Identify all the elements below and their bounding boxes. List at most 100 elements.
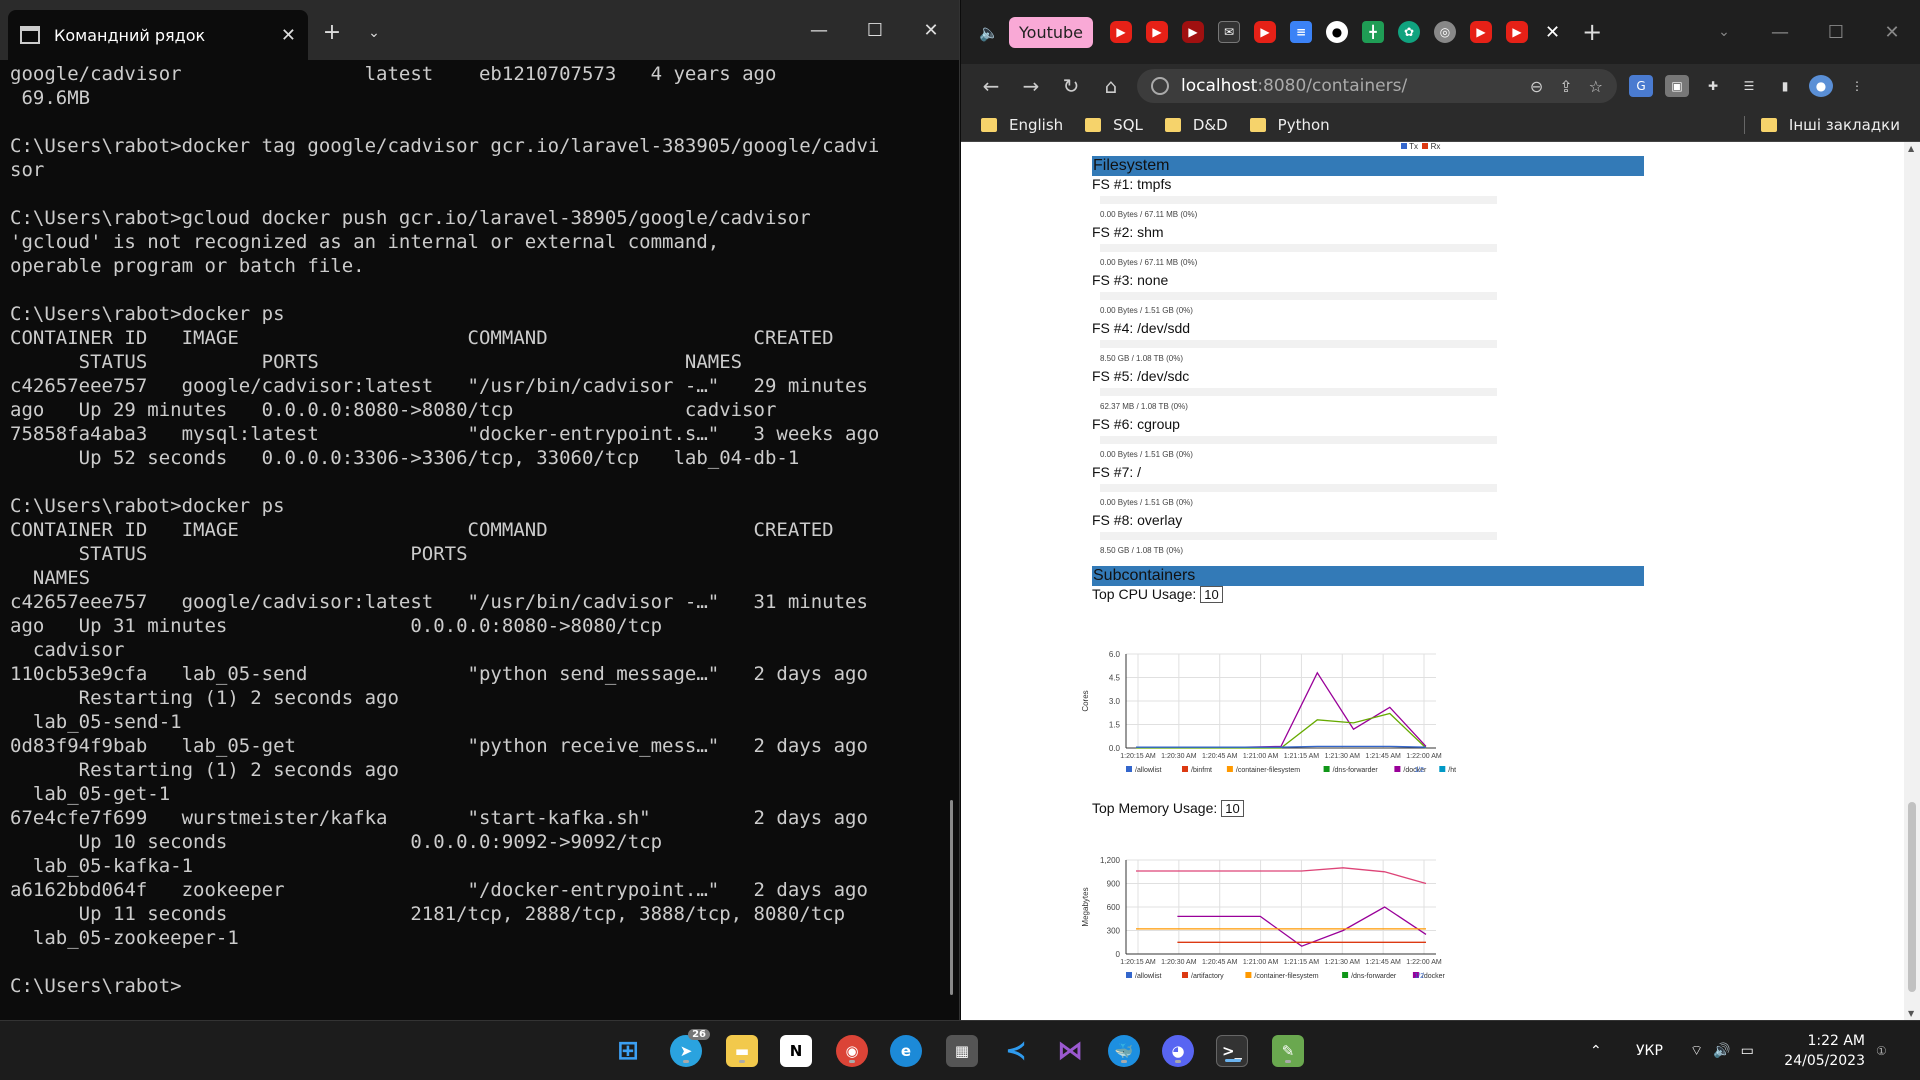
language-indicator[interactable]: УКР (1636, 1021, 1663, 1080)
calculator-icon[interactable]: ▦ (946, 1035, 978, 1067)
zoom-icon[interactable]: ⊖ (1530, 77, 1543, 96)
terminal-line: Up 52 seconds 0.0.0.0:3306->3306/tcp, 33… (10, 447, 800, 469)
browser-tab-strip: 🔈 Youtube ▶ ▶ ▶ ✉ ▶ ≡ ● ╋ ✿ ◎ ▶ ▶ ✕ + ⌄ … (961, 0, 1920, 64)
profile-avatar[interactable]: ● (1809, 75, 1833, 97)
new-tab-button[interactable]: + (308, 4, 356, 60)
filesystem-usage-text: 0.00 Bytes / 67.11 MB (0%) (1100, 258, 1198, 267)
docker-icon[interactable]: 🐳 (1108, 1035, 1140, 1067)
folder-icon (1085, 117, 1102, 132)
translate-extension-icon[interactable]: G (1629, 75, 1653, 97)
close-button[interactable]: ✕ (1864, 22, 1920, 43)
start-button[interactable]: ⊞ (612, 1035, 644, 1067)
show-hidden-icons[interactable]: ⌃ (1590, 1021, 1602, 1080)
legend-label: /artifactory (1191, 973, 1224, 980)
legend-swatch (1394, 766, 1401, 772)
folder-icon (981, 117, 997, 132)
terminal-tab[interactable]: Командний рядок ✕ (8, 10, 308, 60)
chrome-tab-icon[interactable]: ◎ (1434, 21, 1456, 43)
notion-icon[interactable]: N (780, 1035, 812, 1067)
youtube-tab-icon[interactable]: ▶ (1146, 21, 1168, 43)
chevron-down-icon[interactable]: ⌄ (356, 6, 392, 60)
extensions-puzzle-icon[interactable]: ✚ (1701, 75, 1725, 97)
terminal-line: C:\Users\rabot>docker ps (10, 303, 285, 325)
system-tray[interactable]: ⌔ 🔊 ▭ (1690, 1021, 1754, 1080)
youtube-tab-icon[interactable]: ▶ (1182, 21, 1204, 43)
y-tick-label: 1,200 (1100, 856, 1121, 865)
bookmark-folder-dnd[interactable]: D&D (1164, 116, 1228, 134)
x-tick-label: 1:21:30 AM (1325, 959, 1361, 966)
x-tick-label: 1:21:00 AM (1243, 959, 1279, 966)
tab-youtube-active[interactable]: Youtube (1009, 16, 1093, 48)
scrollbar-thumb[interactable] (1908, 802, 1916, 992)
memory-usage-chart: 1,200 900 600 300 01:20:15 AM 1:20:30 AM 1:20:… (1081, 856, 1446, 980)
bookmark-folder-python[interactable]: Python (1249, 116, 1330, 134)
terminal-line: C:\Users\rabot> (10, 975, 182, 997)
clock[interactable]: 1:22 AM 24/05/2023 (1784, 1031, 1865, 1071)
legend-swatch (1323, 766, 1330, 772)
terminal-output[interactable]: google/cadvisor latest eb1210707573 4 ye… (0, 60, 959, 1000)
bookmark-folder-english[interactable]: English (981, 116, 1063, 134)
speaker-icon[interactable]: 🔈 (979, 23, 1009, 42)
legend-label: /allowlist (1135, 973, 1162, 980)
home-button[interactable]: ⌂ (1091, 74, 1131, 98)
maximize-button[interactable]: ☐ (847, 0, 903, 60)
bookmark-folder-sql[interactable]: SQL (1085, 116, 1143, 134)
terminal-line: 67e4cfe7f699 wurstmeister/kafka "start-k… (10, 807, 868, 829)
discord-icon[interactable]: ◕ (1162, 1035, 1194, 1067)
tab-search-icon[interactable]: ⌄ (1696, 24, 1752, 40)
minimize-button[interactable]: — (1752, 22, 1808, 43)
minimize-button[interactable]: — (791, 0, 847, 60)
visual-studio-icon[interactable]: ⋈ (1054, 1035, 1086, 1067)
terminal-tab-title: Командний рядок (54, 25, 206, 45)
image-editor-icon[interactable]: ✎ (1272, 1035, 1304, 1067)
scroll-down-arrow[interactable]: ▼ (1908, 1009, 1914, 1018)
reading-list-icon[interactable]: ☰ (1737, 75, 1761, 97)
close-tab-icon[interactable]: ✕ (281, 25, 296, 46)
filesystem-usage-bar (1100, 484, 1497, 492)
close-tab-icon[interactable]: ✕ (1545, 22, 1560, 43)
reload-button[interactable]: ↻ (1051, 74, 1091, 98)
github-tab-icon[interactable]: ● (1326, 21, 1348, 43)
menu-icon[interactable]: ⋮ (1845, 75, 1869, 97)
vscode-icon[interactable]: ≺ (1000, 1035, 1032, 1067)
youtube-tab-icon[interactable]: ▶ (1506, 21, 1528, 43)
wifi-icon[interactable]: ⌔ (1690, 1042, 1703, 1060)
new-tab-button[interactable]: + (1582, 18, 1602, 46)
other-bookmarks[interactable]: Інші закладки (1760, 116, 1900, 134)
site-info-icon[interactable] (1151, 77, 1169, 95)
address-bar[interactable]: localhost:8080/containers/ ⊖ ⇪ ☆ (1137, 69, 1617, 103)
series-line (1136, 712, 1427, 749)
top-memory-input[interactable]: 10 (1221, 800, 1244, 817)
extension-icon[interactable]: ▣ (1665, 75, 1689, 97)
notification-icon[interactable]: ① (1876, 1021, 1887, 1080)
volume-icon[interactable]: 🔊 (1713, 1043, 1730, 1059)
chrome-icon[interactable]: ◉ (836, 1035, 868, 1067)
top-cpu-input[interactable]: 10 (1200, 586, 1223, 603)
forward-button[interactable]: → (1011, 74, 1051, 98)
side-panel-icon[interactable]: ▮ (1773, 75, 1797, 97)
share-icon[interactable]: ⇪ (1559, 77, 1572, 96)
mail-tab-icon[interactable]: ✉ (1218, 21, 1240, 43)
top-cpu-label: Top CPU Usage: 10 (1092, 586, 1223, 603)
battery-icon[interactable]: ▭ (1741, 1043, 1754, 1059)
terminal-line: a6162bbd064f zookeeper "/docker-entrypoi… (10, 879, 868, 901)
telegram-icon[interactable]: ➤ 26 (670, 1029, 710, 1067)
youtube-tab-icon[interactable]: ▶ (1110, 21, 1132, 43)
page-scrollbar[interactable]: ▲ ▼ (1904, 142, 1920, 1020)
bookmark-star-icon[interactable]: ☆ (1589, 77, 1603, 96)
youtube-tab-icon[interactable]: ▶ (1254, 21, 1276, 43)
back-button[interactable]: ← (971, 74, 1011, 98)
docs-tab-icon[interactable]: ≡ (1290, 21, 1312, 43)
terminal-scrollbar[interactable] (950, 800, 953, 995)
file-explorer-icon[interactable]: ▬ (726, 1035, 758, 1067)
filesystem-name: FS #4: /dev/sdd (1092, 320, 1191, 336)
scroll-up-arrow[interactable]: ▲ (1908, 144, 1914, 153)
chatgpt-tab-icon[interactable]: ✿ (1398, 21, 1420, 43)
youtube-tab-icon[interactable]: ▶ (1470, 21, 1492, 43)
maximize-button[interactable]: ☐ (1808, 22, 1864, 43)
close-button[interactable]: ✕ (903, 0, 959, 60)
edge-icon[interactable]: e (890, 1035, 922, 1067)
sheets-tab-icon[interactable]: ╋ (1362, 21, 1384, 43)
terminal-taskbar-icon[interactable]: >_ (1216, 1035, 1248, 1067)
url-host: localhost (1181, 76, 1258, 96)
